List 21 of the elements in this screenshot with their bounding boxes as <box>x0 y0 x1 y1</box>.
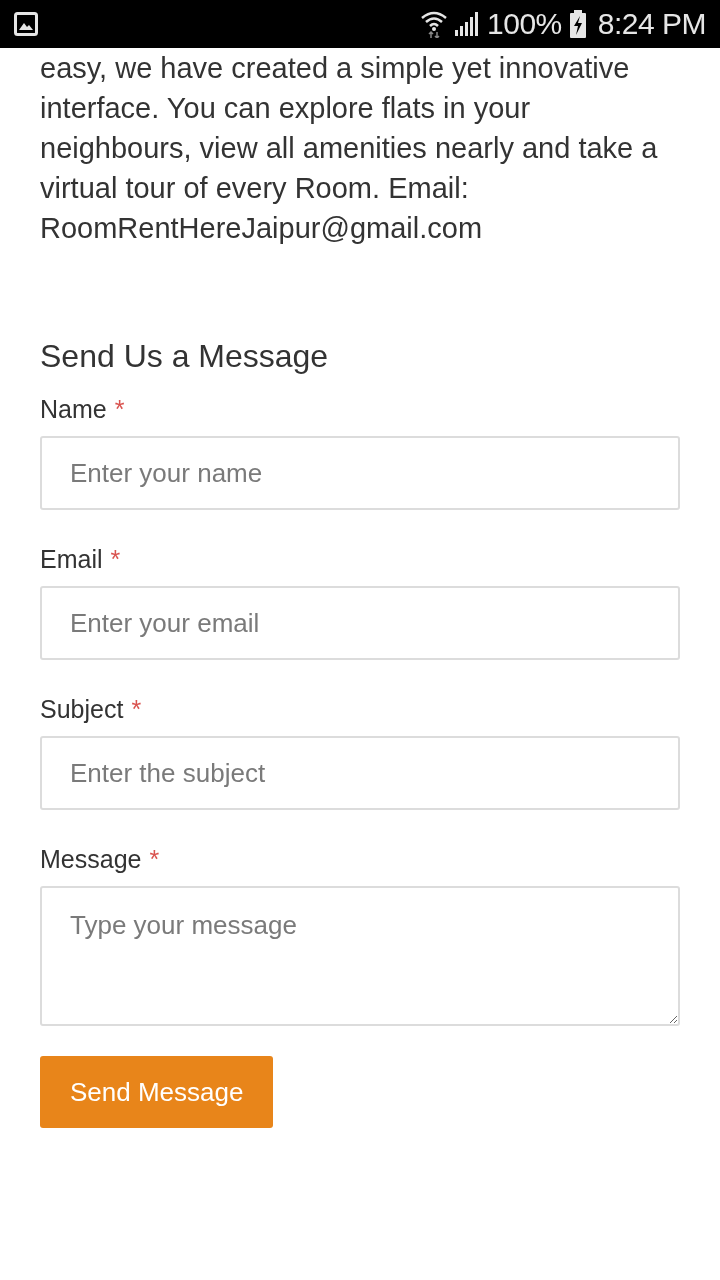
field-label: Name <box>40 395 107 423</box>
form-title: Send Us a Message <box>40 337 330 376</box>
required-asterisk: * <box>131 695 142 723</box>
input-field[interactable]: Enter the subject <box>40 736 680 810</box>
required-asterisk: * <box>114 395 125 423</box>
battery-charging-icon <box>569 10 586 38</box>
required-asterisk: * <box>149 845 160 873</box>
battery-percentage: 100% <box>487 9 562 39</box>
required-asterisk: * <box>110 545 121 573</box>
message-textarea[interactable]: Type your message <box>40 886 680 1026</box>
wifi-icon <box>421 10 448 38</box>
field-label: Email <box>40 545 103 573</box>
intro-paragraph: easy, we have created a simple yet innovative interface. You can explore flats in your neighbours, view all amenities nearly and take a virtual tour of every Room. Email: RoomRentHereJaipur@gmail.com <box>40 51 659 246</box>
signal-icon <box>455 12 480 36</box>
input-field[interactable]: Enter your name <box>40 436 680 510</box>
image-icon <box>14 12 38 36</box>
field-label: Subject <box>40 695 124 723</box>
field-label: Message <box>40 845 142 873</box>
clock-time: 8:24 PM <box>597 9 706 39</box>
input-field[interactable]: Enter your email <box>40 586 680 660</box>
send-message-button[interactable]: Send Message <box>40 1056 274 1128</box>
